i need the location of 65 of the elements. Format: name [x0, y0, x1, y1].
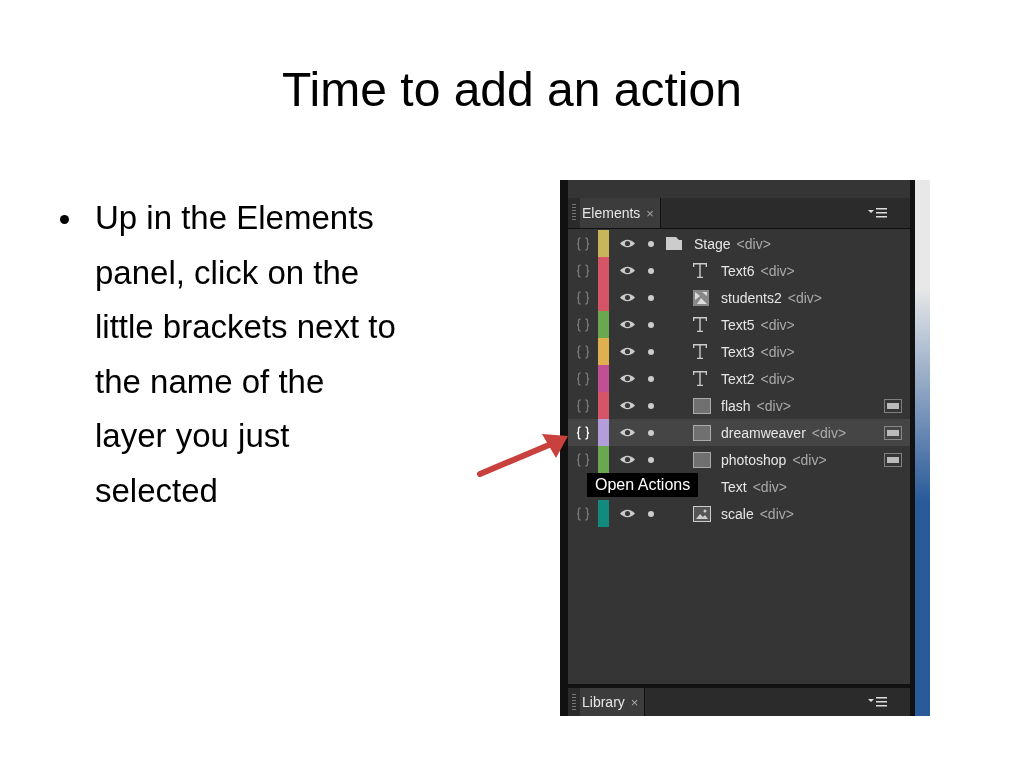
element-name[interactable]: Text2 — [721, 370, 755, 387]
text-type-icon — [693, 344, 707, 359]
element-name[interactable]: students2 — [721, 289, 782, 306]
eye-icon[interactable] — [619, 508, 636, 519]
element-name[interactable]: Stage — [694, 235, 731, 252]
eye-icon[interactable] — [619, 454, 636, 465]
element-name[interactable]: Text6 — [721, 262, 755, 279]
lock-dot-icon[interactable] — [648, 267, 654, 274]
eye-icon[interactable] — [619, 238, 636, 249]
library-tab[interactable]: Library × — [580, 688, 646, 716]
text-type-icon — [693, 263, 707, 278]
element-tag: <div> — [736, 235, 771, 252]
bullet-text: Up in the Elements panel, click on the little brackets next to the name of the layer you just selected — [95, 198, 397, 511]
element-tag: <div> — [759, 505, 794, 522]
eye-icon[interactable] — [619, 292, 636, 303]
rectangle-icon — [693, 451, 711, 468]
lock-dot-icon[interactable] — [648, 375, 654, 382]
bullet-icon — [60, 215, 69, 224]
lock-dot-icon[interactable] — [648, 429, 654, 436]
clip-icon[interactable] — [884, 398, 902, 413]
rectangle-icon — [693, 424, 711, 441]
element-name[interactable]: Text5 — [721, 316, 755, 333]
lock-dot-icon[interactable] — [648, 240, 654, 247]
element-tag: <div> — [752, 478, 787, 495]
element-tag: <div> — [811, 424, 847, 441]
element-name[interactable]: flash — [721, 397, 751, 414]
eye-icon[interactable] — [619, 346, 636, 357]
text-type-icon — [693, 371, 707, 386]
element-tag: <div> — [756, 397, 791, 414]
element-name[interactable]: dreamweaver — [721, 424, 806, 441]
element-tag: <div> — [760, 316, 795, 333]
stage-icon — [666, 237, 682, 250]
eye-icon[interactable] — [619, 427, 636, 438]
element-tag: <div> — [792, 451, 827, 468]
clip-icon[interactable] — [884, 425, 902, 440]
slide-title: Time to add an action — [281, 62, 743, 114]
lock-dot-icon[interactable] — [648, 456, 654, 463]
element-name[interactable]: photoshop — [721, 451, 787, 468]
eye-icon[interactable] — [619, 400, 636, 411]
lock-dot-icon[interactable] — [648, 348, 654, 355]
lock-dot-icon[interactable] — [648, 510, 654, 517]
text-type-icon — [693, 317, 707, 332]
element-name[interactable]: Text3 — [721, 343, 755, 360]
lock-dot-icon[interactable] — [648, 294, 654, 301]
lock-dot-icon[interactable] — [648, 321, 654, 328]
eye-icon[interactable] — [619, 373, 636, 384]
grip-icon[interactable] — [572, 204, 576, 222]
element-tag: <div> — [760, 262, 795, 279]
elements-tab[interactable]: Elements × — [580, 198, 661, 228]
image-icon — [693, 505, 711, 522]
element-name[interactable]: Text — [721, 478, 747, 495]
eye-icon[interactable] — [619, 319, 636, 330]
element-tag: <div> — [760, 370, 795, 387]
sequence-icon — [693, 289, 709, 306]
element-tag: <div> — [787, 289, 822, 306]
eye-icon[interactable] — [619, 265, 636, 276]
element-name[interactable]: scale — [721, 505, 754, 522]
element-tag: <div> — [760, 343, 795, 360]
tooltip: Open Actions — [587, 473, 699, 497]
lock-dot-icon[interactable] — [648, 402, 654, 409]
clip-icon[interactable] — [884, 452, 902, 467]
panel-menu-icon[interactable] — [868, 696, 888, 708]
grip-icon[interactable] — [572, 694, 576, 710]
rectangle-icon — [693, 397, 711, 414]
panel-menu-icon[interactable] — [868, 207, 888, 219]
